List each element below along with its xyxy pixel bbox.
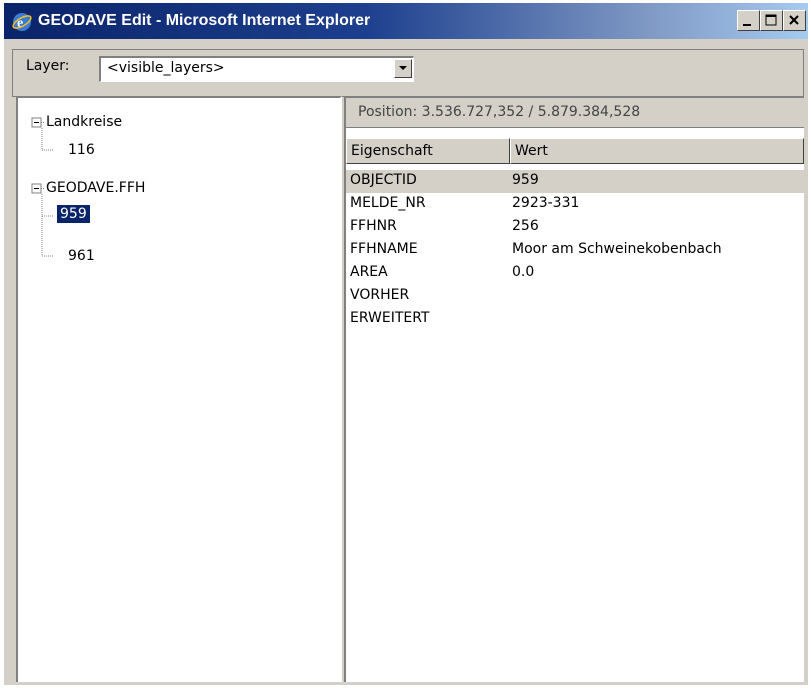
property-key: FFHNR xyxy=(350,218,397,234)
tree-node-116[interactable]: 116 xyxy=(68,142,95,158)
tree-node-961[interactable]: 961 xyxy=(68,248,95,264)
maximize-button[interactable] xyxy=(760,10,783,31)
property-value: 2923-331 xyxy=(512,195,580,211)
property-key: ERWEITERT xyxy=(350,310,430,326)
property-key: OBJECTID xyxy=(350,172,417,188)
tree-node-959[interactable]: 959 xyxy=(57,205,90,223)
layer-select-value: <visible_layers> xyxy=(107,60,225,76)
collapse-icon xyxy=(31,117,42,128)
table-row[interactable]: FFHNAME Moor am Schweinekobenbach xyxy=(346,239,804,262)
layer-tree[interactable]: Landkreise 116 GEODAVE.FFH 959 961 xyxy=(16,96,342,682)
layer-select[interactable]: <visible_layers> xyxy=(99,56,414,82)
minimize-icon xyxy=(743,24,751,26)
column-header-eigenschaft[interactable]: Eigenschaft xyxy=(346,138,510,164)
table-row[interactable]: FFHNR 256 xyxy=(346,216,804,239)
close-button[interactable] xyxy=(783,10,806,31)
position-readout: Position: 3.536.727,352 / 5.879.384,528 xyxy=(358,104,641,120)
title-bar[interactable]: e GEODAVE Edit - Microsoft Internet Expl… xyxy=(4,3,808,39)
property-key: VORHER xyxy=(350,287,410,303)
tree-node-geodave-ffh[interactable]: GEODAVE.FFH xyxy=(46,180,145,196)
property-value: 256 xyxy=(512,218,539,234)
internet-explorer-icon: e xyxy=(12,12,32,32)
table-header: Eigenschaft Wert xyxy=(346,138,804,164)
property-key: MELDE_NR xyxy=(350,195,426,211)
table-row[interactable]: OBJECTID 959 xyxy=(346,170,804,193)
property-value: Moor am Schweinekobenbach xyxy=(512,241,722,257)
column-header-wert[interactable]: Wert xyxy=(510,138,804,164)
table-row[interactable]: MELDE_NR 2923-331 xyxy=(346,193,804,216)
chevron-down-icon xyxy=(399,66,407,70)
position-bar: Position: 3.536.727,352 / 5.879.384,528 xyxy=(346,98,804,128)
table-row[interactable]: AREA 0.0 xyxy=(346,262,804,285)
details-panel: Position: 3.536.727,352 / 5.879.384,528 … xyxy=(344,96,804,682)
collapse-icon xyxy=(31,183,42,194)
window-title: GEODAVE Edit - Microsoft Internet Explor… xyxy=(38,12,371,29)
table-row[interactable]: VORHER xyxy=(346,285,804,308)
property-key: FFHNAME xyxy=(350,241,418,257)
tree-node-landkreise[interactable]: Landkreise xyxy=(46,114,122,130)
property-value: 0.0 xyxy=(512,264,535,280)
property-value: 959 xyxy=(512,172,539,188)
table-row[interactable]: ERWEITERT xyxy=(346,308,804,331)
close-icon xyxy=(789,15,799,25)
dropdown-button[interactable] xyxy=(394,59,412,78)
minimize-button[interactable] xyxy=(737,10,760,31)
property-key: AREA xyxy=(350,264,388,280)
maximize-icon xyxy=(765,14,777,26)
layer-label: Layer: xyxy=(26,58,70,74)
